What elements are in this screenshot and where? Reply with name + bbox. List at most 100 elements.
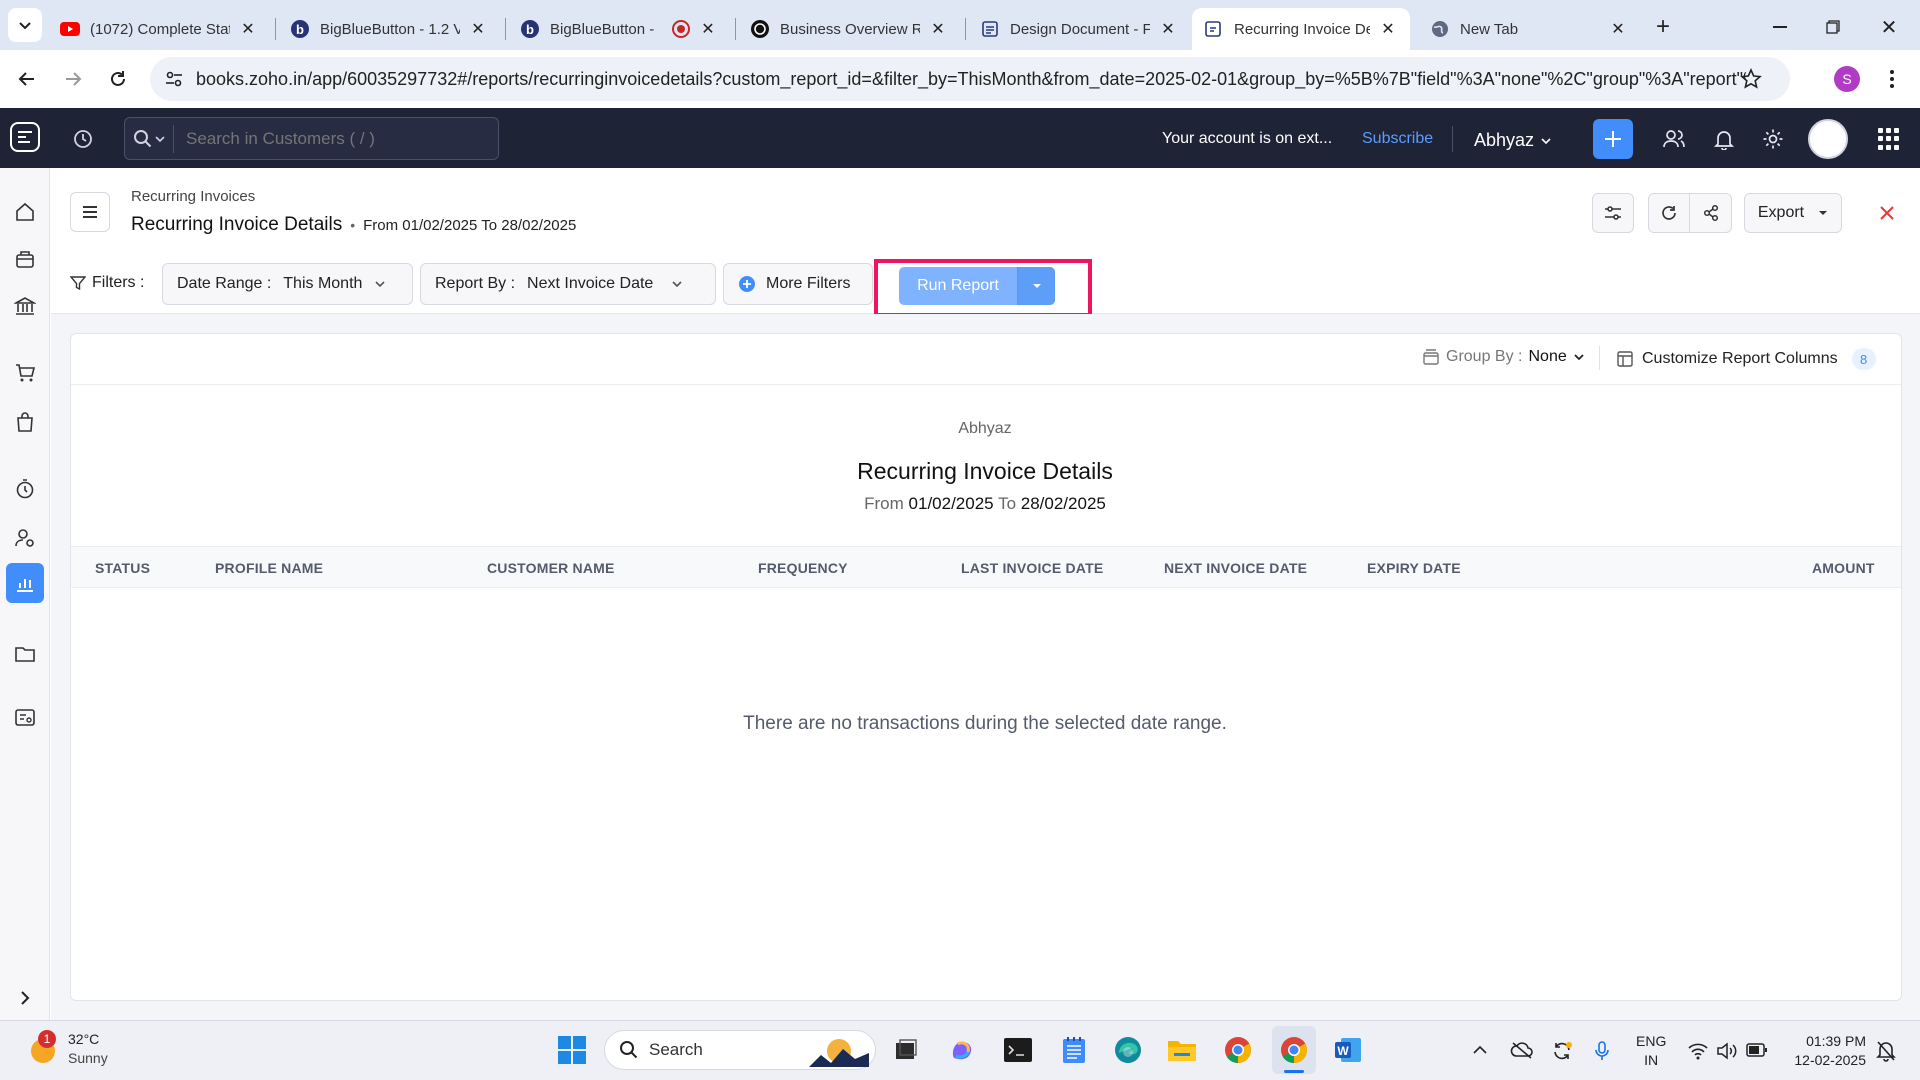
group-by-value: None [1528, 348, 1567, 365]
notepad-icon[interactable] [1058, 1034, 1090, 1066]
browser-tab-business-overview[interactable]: Business Overview Re ✕ [738, 8, 960, 50]
search-icon[interactable] [133, 124, 174, 153]
gear-icon[interactable] [1762, 128, 1784, 150]
language-indicator[interactable]: ENG IN [1636, 1032, 1666, 1070]
column-header-status[interactable]: STATUS [95, 560, 150, 576]
wifi-icon[interactable] [1688, 1042, 1708, 1060]
profile-avatar[interactable]: S [1834, 66, 1860, 92]
task-view-icon[interactable] [890, 1034, 922, 1066]
word-icon[interactable]: W [1332, 1034, 1364, 1066]
sidebar-item-reports[interactable] [6, 563, 44, 603]
windows-start-button[interactable] [556, 1034, 588, 1066]
close-icon[interactable]: ✕ [928, 19, 948, 39]
tab-search-button[interactable] [8, 8, 42, 42]
group-by-control[interactable]: Group By : None [1422, 348, 1585, 366]
report-date-range: From 01/02/2025 To 28/02/2025 [0, 494, 1920, 514]
sidebar-expand-button[interactable] [7, 980, 43, 1016]
sidebar-item-documents[interactable] [7, 636, 43, 672]
export-button[interactable]: Export [1744, 193, 1842, 233]
report-settings-button[interactable] [1592, 193, 1634, 233]
column-header-next-invoice-date[interactable]: NEXT INVOICE DATE [1164, 560, 1307, 576]
subscribe-link[interactable]: Subscribe [1362, 130, 1433, 148]
chevron-down-icon [1540, 135, 1552, 147]
browser-menu-icon[interactable] [1880, 64, 1904, 94]
minimize-button[interactable] [1765, 12, 1795, 42]
hamburger-menu-button[interactable] [70, 192, 110, 232]
sidebar-item-sales[interactable] [7, 355, 43, 391]
search-input[interactable] [186, 128, 486, 149]
column-header-customer-name[interactable]: CUSTOMER NAME [487, 560, 615, 576]
browser-tab-bigbluebutton-2[interactable]: b BigBlueButton - ✕ [508, 8, 730, 50]
address-bar[interactable]: books.zoho.in/app/60035297732#/reports/r… [150, 57, 1790, 101]
svg-text:W: W [1337, 1044, 1349, 1058]
column-header-expiry-date[interactable]: EXPIRY DATE [1367, 560, 1461, 576]
close-icon[interactable]: ✕ [468, 19, 488, 39]
show-hidden-icons[interactable] [1472, 1042, 1488, 1058]
file-explorer-icon[interactable] [1166, 1034, 1198, 1066]
chrome-icon[interactable] [1222, 1034, 1254, 1066]
copilot-icon[interactable] [946, 1034, 978, 1066]
taskbar-search[interactable]: Search [604, 1030, 876, 1070]
column-header-frequency[interactable]: FREQUENCY [758, 560, 848, 576]
chrome-icon[interactable] [1278, 1034, 1310, 1066]
browser-tab-bigbluebutton-1[interactable]: b BigBlueButton - 1.2 V ✕ [278, 8, 500, 50]
clock[interactable]: 01:39 PM 12-02-2025 [1786, 1032, 1866, 1070]
site-info-icon[interactable] [164, 69, 184, 89]
customize-columns-button[interactable]: Customize Report Columns 8 [1616, 348, 1876, 370]
volume-icon[interactable] [1716, 1042, 1738, 1060]
run-report-button[interactable]: Run Report [899, 267, 1017, 305]
report-by-filter[interactable]: Report By : Next Invoice Date [420, 263, 716, 305]
page-title: Recurring Invoice Details [131, 214, 343, 235]
microphone-icon[interactable] [1594, 1040, 1610, 1062]
onedrive-icon[interactable] [1510, 1040, 1534, 1060]
new-tab-button[interactable]: + [1648, 12, 1678, 42]
column-header-amount[interactable]: AMOUNT [1812, 560, 1875, 576]
share-button[interactable] [1690, 194, 1731, 232]
close-icon[interactable]: ✕ [1158, 19, 1178, 39]
sidebar-item-banking[interactable] [7, 288, 43, 324]
bookmark-star-icon[interactable] [1740, 68, 1762, 90]
weather-widget[interactable]: 1 32°C Sunny [26, 1030, 108, 1068]
browser-tab-new-tab[interactable]: New Tab ✕ [1418, 8, 1640, 50]
sidebar-item-home[interactable] [7, 194, 43, 230]
window-close-button[interactable]: ✕ [1874, 12, 1904, 42]
close-icon[interactable]: ✕ [1608, 19, 1628, 39]
forward-button[interactable] [58, 64, 88, 94]
date-range-filter[interactable]: Date Range : This Month [162, 263, 413, 305]
close-report-button[interactable] [1872, 198, 1902, 228]
column-header-last-invoice-date[interactable]: LAST INVOICE DATE [961, 560, 1103, 576]
more-filters-button[interactable]: More Filters [723, 263, 873, 305]
document-icon [980, 19, 1000, 39]
browser-tab-recurring-invoice[interactable]: Recurring Invoice De ✕ [1192, 8, 1410, 50]
organization-switcher[interactable]: Abhyaz [1474, 130, 1552, 151]
zoho-books-logo[interactable] [8, 120, 42, 154]
close-icon[interactable]: ✕ [238, 19, 258, 39]
app-launcher-icon[interactable] [1878, 128, 1900, 150]
reload-button[interactable] [103, 64, 133, 94]
bell-icon[interactable] [1713, 128, 1735, 150]
close-icon[interactable]: ✕ [698, 19, 718, 39]
column-header-profile-name[interactable]: PROFILE NAME [215, 560, 323, 576]
close-icon[interactable]: ✕ [1378, 19, 1398, 39]
user-avatar[interactable] [1808, 119, 1848, 159]
breadcrumb[interactable]: Recurring Invoices [131, 188, 255, 205]
back-button[interactable] [12, 64, 42, 94]
edge-browser-icon[interactable] [1112, 1034, 1144, 1066]
recent-history-icon[interactable] [72, 128, 94, 150]
refresh-button[interactable] [1649, 194, 1691, 232]
battery-icon[interactable] [1746, 1043, 1768, 1057]
browser-tab-design-document[interactable]: Design Document - F ✕ [968, 8, 1190, 50]
account-notice[interactable]: Your account is on ext... [1162, 130, 1332, 148]
terminal-icon[interactable] [1002, 1034, 1034, 1066]
quick-create-button[interactable] [1593, 119, 1633, 159]
sync-icon[interactable] [1550, 1040, 1574, 1062]
sidebar-item-items[interactable] [7, 241, 43, 277]
users-icon[interactable] [1662, 128, 1686, 150]
browser-tab-youtube[interactable]: (1072) Complete Stat ✕ [48, 8, 270, 50]
tab-title: BigBlueButton - 1.2 V [320, 20, 460, 38]
global-search[interactable] [124, 117, 499, 160]
sidebar-item-accountant[interactable] [7, 520, 43, 556]
notification-bell-icon[interactable] [1876, 1040, 1896, 1062]
restore-button[interactable] [1818, 12, 1848, 42]
run-report-dropdown[interactable] [1017, 267, 1055, 305]
